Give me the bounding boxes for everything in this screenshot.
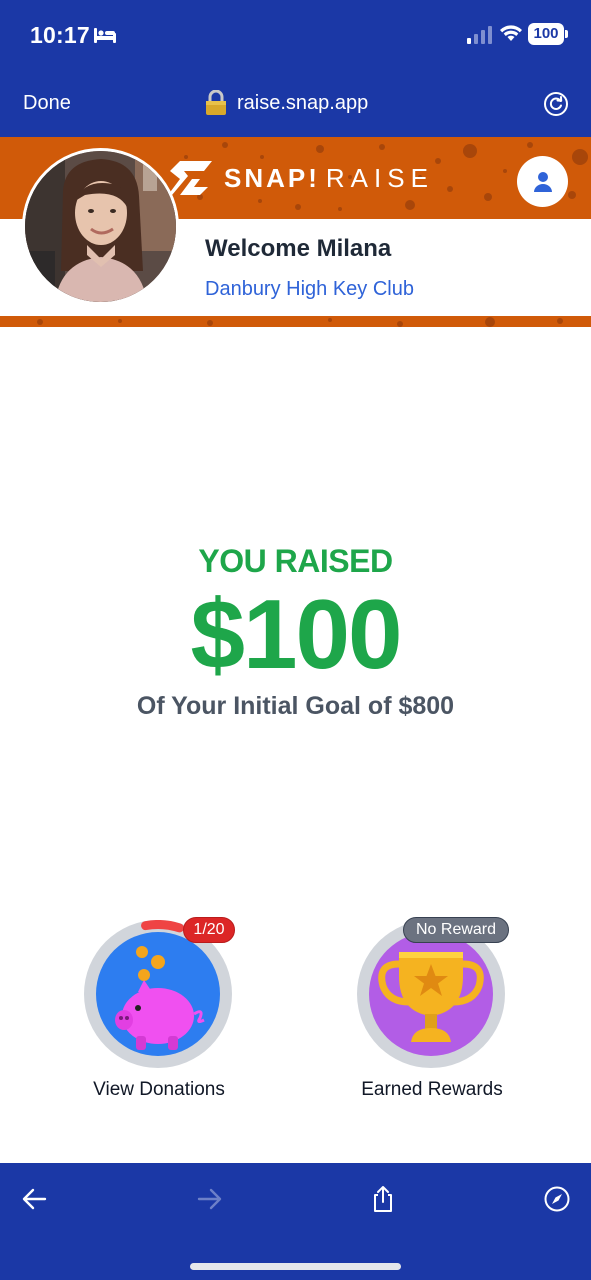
browser-chrome: 10:17 100 Done raise.snap.app	[0, 0, 591, 137]
share-icon[interactable]	[369, 1185, 397, 1213]
browser-toolbar	[0, 1163, 591, 1280]
avatar-photo	[25, 151, 176, 302]
profile-icon	[534, 172, 552, 192]
view-donations-label: View Donations	[93, 1079, 225, 1100]
signal-icon	[467, 26, 492, 44]
goal-text: Of Your Initial Goal of $800	[136, 692, 455, 720]
raised-amount: $100	[190, 579, 402, 689]
organization-link[interactable]: Danbury High Key Club	[205, 278, 414, 301]
snap-raise-logo: SNAP! RAISE	[166, 158, 434, 198]
browser-address-bar: Done raise.snap.app	[0, 70, 591, 137]
battery-icon: 100	[528, 23, 568, 45]
lock-icon	[206, 90, 226, 115]
earned-rewards-label: Earned Rewards	[361, 1079, 503, 1100]
profile-button[interactable]	[517, 156, 568, 207]
donation-count-badge: 1/20	[183, 917, 235, 943]
reward-status-badge: No Reward	[403, 917, 509, 943]
home-indicator	[190, 1263, 401, 1270]
forward-arrow-icon[interactable]	[195, 1185, 223, 1213]
logo-word-snap: SNAP!	[224, 162, 320, 193]
earned-rewards-tile[interactable]: No Reward Earned Rewards	[352, 917, 512, 1107]
wifi-icon	[500, 25, 522, 41]
rewards-icon-circle	[369, 932, 493, 1056]
url-display[interactable]: raise.snap.app	[204, 89, 368, 117]
raised-label: YOU RAISED	[198, 543, 393, 579]
reload-icon[interactable]	[543, 91, 569, 117]
bed-icon	[94, 28, 116, 43]
compass-icon[interactable]	[543, 1185, 571, 1213]
back-arrow-icon[interactable]	[21, 1185, 49, 1213]
brand-banner-bottom	[0, 316, 591, 327]
url-text: raise.snap.app	[237, 91, 369, 114]
view-donations-tile[interactable]: 1/20 View Donations	[79, 917, 239, 1107]
status-bar: 10:17 100	[0, 0, 591, 70]
welcome-title: Welcome Milana	[205, 235, 392, 262]
battery-level: 100	[528, 23, 564, 45]
snap-logo-icon	[168, 161, 212, 195]
avatar[interactable]	[22, 148, 179, 305]
logo-word-raise: RAISE	[325, 162, 434, 193]
donations-icon-circle	[96, 932, 220, 1056]
piggy-bank-icon	[115, 946, 205, 1050]
status-time: 10:17	[30, 22, 90, 48]
done-button[interactable]: Done	[23, 92, 71, 115]
trophy-icon	[378, 952, 484, 1042]
